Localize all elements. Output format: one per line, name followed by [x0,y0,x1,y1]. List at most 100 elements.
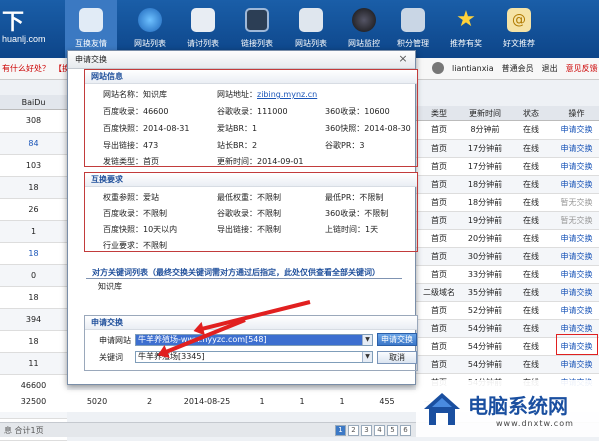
action-cell[interactable]: 申请交换 [554,157,599,176]
action-cell[interactable]: 暂无交换 [554,193,599,212]
table-row: 103 [0,154,67,177]
user-panel: liantianxia 普通会员 退出 意见反馈 [432,62,598,74]
logout-link[interactable]: 退出 [542,63,558,74]
table-row: 18 [0,176,67,199]
time-cell: 18分钟前 [462,193,508,212]
apply-exchange-button[interactable]: 申请交换 [377,333,417,346]
time-cell: 52分钟前 [462,301,508,320]
keyword-label: 关键词 [99,353,123,362]
baidu-cell: 0 [0,264,67,287]
pagination: 123456 [335,425,411,436]
table-row: 1 [0,220,67,243]
column-updated: 更新时间 [469,109,501,118]
table-row: 首页 52分钟前 在线 申请交换 [416,301,599,320]
type-cell: 首页 [416,175,462,194]
action-cell[interactable]: 申请交换 [554,283,599,302]
table-row: 308 [0,110,67,133]
apply-site-select[interactable]: 牛羊养殖场-www.nyyzc.com[548] ▼ [135,334,373,346]
action-cell[interactable]: 申请交换 [554,175,599,194]
time-cell: 54分钟前 [462,319,508,338]
table-row: 首页 17分钟前 在线 申请交换 [416,139,599,158]
action-cell[interactable]: 申请交换 [554,247,599,266]
table-row: 首页 8分钟前 在线 申请交换 [416,121,599,140]
page-button[interactable]: 5 [387,425,398,436]
logo-glyph: 下 [2,9,25,34]
site-logo[interactable]: 下 huanlj.com [2,4,46,44]
table-row: 首页54分钟前在线申请交换 [416,355,599,374]
baidu-cell: 84 [0,132,67,155]
baidu-cell: 18 [0,286,67,309]
time-cell: 18分钟前 [462,175,508,194]
baidu-cell: 26 [0,198,67,221]
time-cell: 33分钟前 [462,265,508,284]
action-cell[interactable]: 申请交换 [554,301,599,320]
time-cell: 54分钟前 [462,337,508,356]
feedback-link[interactable]: 意见反馈 [566,63,598,74]
watermark-url: www.dnxtw.com [496,418,574,428]
column-status: 状态 [523,109,539,118]
type-cell: 首页 [416,157,462,176]
status-cell: 在线 [508,247,554,266]
status-cell: 在线 [508,157,554,176]
action-cell[interactable]: 申请交换 [554,139,599,158]
monitor-circle-icon [352,8,376,32]
baidu-cell: 18 [0,176,67,199]
baidu-cell: 11 [0,352,67,375]
keyword-list-heading: 对方关键词列表（最终交换关键词需对方通过后指定，此处仅供查看全部关键词） [92,268,380,277]
type-cell: 首页 [416,139,462,158]
action-cell[interactable]: 申请交换 [554,121,599,140]
page-button[interactable]: 2 [348,425,359,436]
nav-referral[interactable]: ★ 推荐有奖 [440,0,492,58]
table-row: 首页 18分钟前 在线 申请交换 [416,175,599,194]
baidu-cell: 18 [0,242,67,265]
page-button[interactable]: 3 [361,425,372,436]
action-cell[interactable]: 申请交换 [554,355,599,374]
bottom-row-cell: 1 [339,396,345,406]
table-row: 18 [0,242,67,265]
type-cell: 首页 [416,355,462,374]
page-button[interactable]: 4 [374,425,385,436]
status-cell: 在线 [508,139,554,158]
time-cell: 17分钟前 [462,157,508,176]
username[interactable]: liantianxia [452,64,494,73]
status-cell: 在线 [508,337,554,356]
close-icon[interactable]: × [397,53,409,65]
time-cell: 35分钟前 [462,283,508,302]
status-cell: 在线 [508,175,554,194]
window-icon [299,8,323,32]
globe-icon [138,8,162,32]
table-row: 首页 33分钟前 在线 申请交换 [416,265,599,284]
type-cell: 首页 [416,265,462,284]
bottom-row-cell: 1 [299,396,305,406]
page-button[interactable]: 6 [400,425,411,436]
keyword-select[interactable]: 牛羊养殖场[3345] ▼ [135,351,373,363]
action-cell[interactable]: 申请交换 [554,265,599,284]
page-button[interactable]: 1 [335,425,346,436]
avatar[interactable] [432,62,444,74]
keyword-item: 知识库 [98,282,122,291]
table-row: 11 [0,352,67,375]
table-row: 二级域名 35分钟前 在线 申请交换 [416,283,599,302]
table-row: 26 [0,198,67,221]
status-cell: 在线 [508,355,554,374]
nav-articles[interactable]: @ 好文推荐 [493,0,545,58]
at-icon: @ [507,8,531,32]
type-cell: 首页 [416,301,462,320]
requirements-heading: 互换要求 [85,173,417,187]
action-cell[interactable]: 暂无交换 [554,211,599,230]
chevron-down-icon[interactable]: ▼ [362,352,372,362]
type-cell: 首页 [416,247,462,266]
chevron-down-icon[interactable]: ▼ [362,335,372,345]
column-type: 类型 [431,109,447,118]
monitor-icon [245,8,269,32]
cancel-button[interactable]: 取消 [377,351,417,364]
table-row: 18 [0,330,67,353]
apply-section: 申请交换 申请网站 牛羊养殖场-www.nyyzc.com[548] ▼ 申请交换… [84,315,418,371]
action-cell[interactable]: 申请交换 [554,229,599,248]
bottom-row-cell: 2014-08-25 [183,396,231,406]
site-url-link[interactable]: zibing.mynz.cn [257,90,317,99]
star-icon: ★ [456,7,476,32]
table-row: 首页 19分钟前 在线 暂无交换 [416,211,599,230]
requirements-box: 互换要求 权重参照：爱站 最低权重：不限制 最低PR：不限制 百度收录：不限制 … [84,172,418,252]
apply-site-label: 申请网站 [99,336,131,345]
